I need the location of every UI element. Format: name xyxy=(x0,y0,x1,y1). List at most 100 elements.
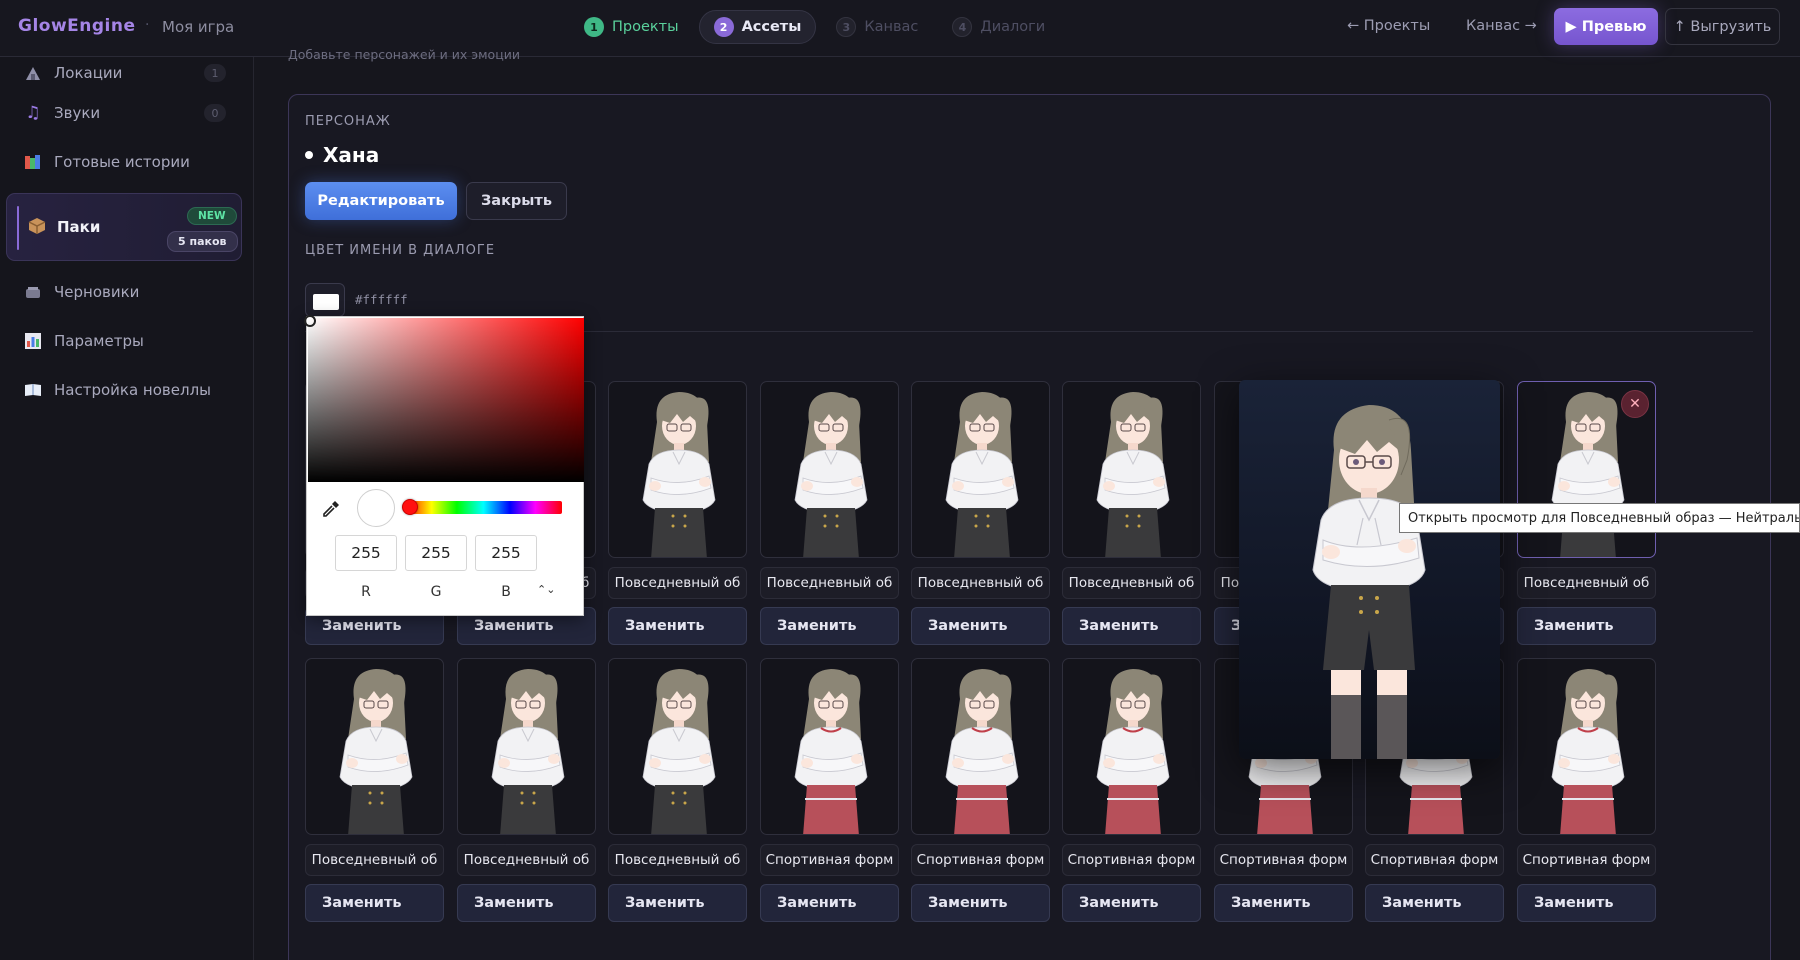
character-name-text: Хана xyxy=(323,143,380,167)
step-label: Диалоги xyxy=(980,19,1046,35)
drafts-icon xyxy=(22,281,44,303)
sidebar-item-sounds[interactable]: ♫ Звуки 0 xyxy=(22,97,232,129)
sidebar-item-label: Параметры xyxy=(54,332,144,350)
top-bar: GlowEngine · Моя игра 1 Проекты 2 Ассеты… xyxy=(0,0,1800,57)
replace-button[interactable]: Заменить xyxy=(760,607,899,645)
music-note-icon: ♫ xyxy=(25,103,41,123)
emotion-thumbnail[interactable] xyxy=(1517,658,1656,835)
character-thumbnail xyxy=(642,669,716,834)
sidebar-item-label: Локации xyxy=(54,64,123,82)
emotion-thumbnail[interactable] xyxy=(457,658,596,835)
emotion-filename: Спортивная форм xyxy=(1214,844,1353,876)
green-input[interactable]: 255 xyxy=(405,535,467,571)
emotion-filename: Спортивная форм xyxy=(911,844,1050,876)
replace-button[interactable]: Заменить xyxy=(1517,607,1656,645)
replace-button[interactable]: Заменить xyxy=(1062,607,1201,645)
replace-button[interactable]: Заменить xyxy=(305,884,444,922)
delete-icon[interactable]: ✕ xyxy=(1621,390,1649,418)
sidebar-item-parameters[interactable]: Параметры xyxy=(22,325,232,357)
emotion-thumbnail[interactable] xyxy=(1062,658,1201,835)
emotion-thumbnail[interactable] xyxy=(608,381,747,558)
brand-separator: · xyxy=(145,17,150,33)
sidebar-item-ready-stories[interactable]: Готовые истории xyxy=(22,146,232,178)
preview-button[interactable]: ▶ Превью xyxy=(1554,8,1658,45)
character-name: Хана xyxy=(305,143,379,167)
emotion-filename: Повседневный об xyxy=(911,567,1050,599)
replace-button[interactable]: Заменить xyxy=(457,884,596,922)
name-color-hex: #ffffff xyxy=(355,292,408,307)
book-icon xyxy=(22,379,44,401)
replace-button[interactable]: Заменить xyxy=(1214,884,1353,922)
close-character-button[interactable]: Закрыть xyxy=(466,182,567,220)
eyedropper-icon[interactable] xyxy=(321,499,341,524)
step-label: Ассеты xyxy=(741,19,802,35)
next-canvas-link[interactable]: Канвас → xyxy=(1466,18,1537,34)
sidebar-item-locations[interactable]: Локации 1 xyxy=(22,57,232,89)
replace-button[interactable]: Заменить xyxy=(1517,884,1656,922)
section-character-title: ПЕРСОНАЖ xyxy=(305,114,391,129)
emotion-filename: Повседневный об xyxy=(305,844,444,876)
replace-button[interactable]: Заменить xyxy=(760,884,899,922)
active-indicator xyxy=(17,206,19,250)
back-to-projects-link[interactable]: ← Проекты xyxy=(1347,18,1430,34)
swatch-fill xyxy=(313,294,339,310)
step-number: 1 xyxy=(584,17,604,37)
sidebar-item-novel-settings[interactable]: Настройка новеллы xyxy=(22,374,232,406)
step-label: Канвас xyxy=(864,19,919,35)
step-number: 4 xyxy=(952,17,973,37)
emotion-thumbnail[interactable] xyxy=(608,658,747,835)
emotion-thumbnail[interactable] xyxy=(305,658,444,835)
replace-button[interactable]: Заменить xyxy=(911,884,1050,922)
preview-tooltip: Открыть просмотр для Повседневный образ … xyxy=(1399,503,1800,533)
format-toggle-icon[interactable]: ⌃⌄ xyxy=(537,583,555,596)
chart-icon xyxy=(22,330,44,352)
saturation-area[interactable] xyxy=(304,315,584,482)
replace-button[interactable]: Заменить xyxy=(608,884,747,922)
emotion-thumbnail[interactable] xyxy=(760,381,899,558)
hue-slider-knob[interactable] xyxy=(402,499,418,515)
section-name-color-title: ЦВЕТ ИМЕНИ В ДИАЛОГЕ xyxy=(305,243,496,258)
character-thumbnail xyxy=(339,669,413,834)
sidebar-item-label: Звуки xyxy=(54,104,101,122)
green-label: G xyxy=(430,584,442,600)
sidebar-item-label: Паки xyxy=(57,218,101,236)
emotion-thumbnail[interactable] xyxy=(1062,381,1201,558)
character-thumbnail xyxy=(1096,392,1170,557)
emotion-thumbnail[interactable] xyxy=(760,658,899,835)
replace-button[interactable]: Заменить xyxy=(1062,884,1201,922)
saturation-handle[interactable] xyxy=(304,315,316,327)
red-input[interactable]: 255 xyxy=(335,535,397,571)
emotion-filename: Спортивная форм xyxy=(1365,844,1504,876)
character-thumbnail xyxy=(1096,669,1170,834)
red-label: R xyxy=(361,584,371,600)
books-icon xyxy=(22,151,44,173)
emotion-filename: Повседневный об xyxy=(1062,567,1201,599)
color-picker-popup: 255 255 255 R G B ⌃⌄ xyxy=(304,315,584,616)
step-canvas[interactable]: 3 Канвас xyxy=(822,10,932,44)
brand-logo[interactable]: GlowEngine xyxy=(18,16,136,36)
emotion-filename: Спортивная форм xyxy=(1062,844,1201,876)
sidebar-item-label: Готовые истории xyxy=(54,153,190,171)
sidebar-item-drafts[interactable]: Черновики xyxy=(22,276,232,308)
step-assets[interactable]: 2 Ассеты xyxy=(698,10,817,44)
sidebar-item-packs[interactable]: Паки NEW 5 паков xyxy=(6,193,242,261)
emotion-filename: Повседневный об xyxy=(760,567,899,599)
emotion-filename: Повседневный об xyxy=(608,844,747,876)
edit-character-button[interactable]: Редактировать xyxy=(305,182,457,220)
replace-button[interactable]: Заменить xyxy=(608,607,747,645)
count-badge: 0 xyxy=(204,104,226,122)
character-thumbnail xyxy=(794,669,868,834)
step-projects[interactable]: 1 Проекты xyxy=(570,10,693,44)
replace-button[interactable]: Заменить xyxy=(1365,884,1504,922)
name-color-swatch[interactable] xyxy=(305,283,345,317)
hue-slider[interactable] xyxy=(405,501,562,514)
location-icon xyxy=(22,62,44,84)
replace-button[interactable]: Заменить xyxy=(911,607,1050,645)
step-dialogs[interactable]: 4 Диалоги xyxy=(938,10,1059,44)
export-button[interactable]: ↑ Выгрузить xyxy=(1665,8,1780,45)
blue-input[interactable]: 255 xyxy=(475,535,537,571)
emotion-thumbnail[interactable] xyxy=(911,381,1050,558)
emotion-thumbnail[interactable] xyxy=(911,658,1050,835)
character-thumbnail xyxy=(945,392,1019,557)
color-preview-dot xyxy=(357,489,395,527)
